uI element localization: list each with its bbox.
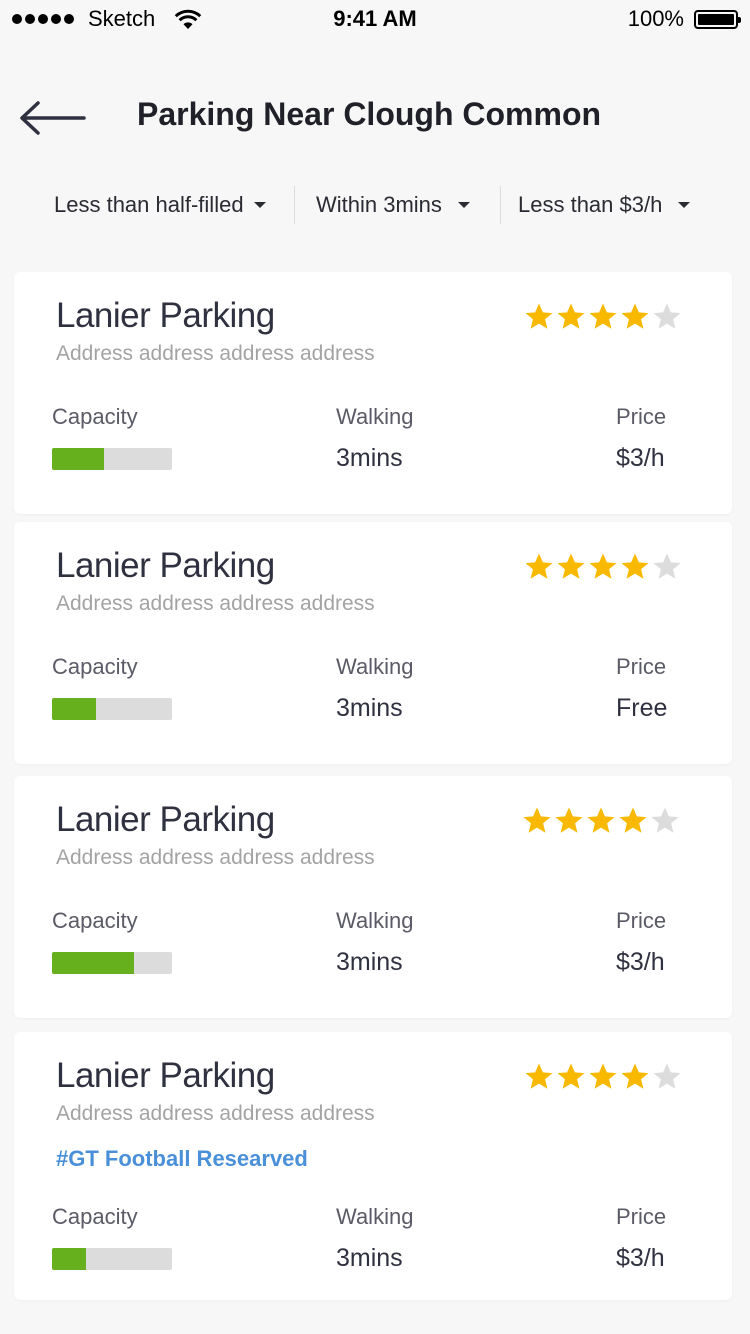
star-filled-icon <box>619 807 647 833</box>
status-bar: Sketch 9:41 AM 100% <box>0 0 750 40</box>
walking-label: Walking <box>336 404 414 429</box>
capacity-label: Capacity <box>52 404 138 429</box>
page-title: Parking Near Clough Common <box>137 96 602 132</box>
price-value: $3/h <box>616 1244 665 1272</box>
capacity-bar <box>52 1248 172 1270</box>
star-empty-icon <box>653 1063 681 1089</box>
walking-label: Walking <box>336 1204 414 1229</box>
star-filled-icon <box>557 303 585 329</box>
star-rating <box>524 302 682 332</box>
battery-percent: 100% <box>627 6 684 31</box>
back-button[interactable] <box>18 98 88 138</box>
star-filled-icon <box>525 1063 553 1089</box>
star-empty-icon <box>651 807 679 833</box>
star-filled-icon <box>555 807 583 833</box>
capacity-label: Capacity <box>52 1204 138 1229</box>
walking-label: Walking <box>336 654 414 679</box>
star-filled-icon <box>557 553 585 579</box>
walking-value: 3mins <box>336 694 403 722</box>
star-empty-icon <box>653 303 681 329</box>
star-filled-icon <box>589 1063 617 1089</box>
capacity-bar-fill <box>52 698 97 720</box>
parking-card[interactable]: Lanier Parking Address address address a… <box>14 272 732 514</box>
star-filled-icon <box>587 807 615 833</box>
filter-divider <box>500 186 501 224</box>
star-rating <box>524 552 682 582</box>
star-filled-icon <box>525 303 553 329</box>
parking-name: Lanier Parking <box>56 296 275 335</box>
star-rating <box>522 806 680 836</box>
price-label: Price <box>616 908 667 933</box>
star-filled-icon <box>589 303 617 329</box>
filter-label: Within 3mins <box>316 192 442 217</box>
star-filled-icon <box>621 553 649 579</box>
battery-icon <box>694 10 741 29</box>
filter-price-dropdown[interactable]: Less than $3/h <box>518 182 691 228</box>
star-filled-icon <box>525 553 553 579</box>
star-filled-icon <box>557 1063 585 1089</box>
parking-name: Lanier Parking <box>56 800 275 839</box>
filter-walking-dropdown[interactable]: Within 3mins <box>316 182 470 228</box>
price-label: Price <box>616 404 667 429</box>
price-label: Price <box>616 1204 667 1229</box>
caret-down-icon <box>457 202 470 208</box>
walking-value: 3mins <box>336 444 403 472</box>
parking-card[interactable]: Lanier Parking Address address address a… <box>14 522 732 764</box>
parking-card[interactable]: Lanier Parking Address address address a… <box>14 1032 732 1300</box>
event-tag-link[interactable]: #GT Football Researved <box>56 1146 308 1172</box>
filter-bar: Less than half-filled Within 3mins Less … <box>0 182 750 228</box>
filter-label: Less than half-filled <box>54 192 244 217</box>
parking-address: Address address address address <box>56 592 375 615</box>
parking-address: Address address address address <box>56 846 375 869</box>
star-rating <box>524 1062 682 1092</box>
parking-address: Address address address address <box>56 1102 375 1125</box>
star-filled-icon <box>621 303 649 329</box>
star-empty-icon <box>653 553 681 579</box>
price-label: Price <box>616 654 667 679</box>
star-filled-icon <box>523 807 551 833</box>
capacity-bar-fill <box>52 1248 86 1270</box>
capacity-bar-fill <box>52 448 104 470</box>
arrow-left-icon <box>20 101 86 135</box>
star-filled-icon <box>621 1063 649 1089</box>
walking-value: 3mins <box>336 948 403 976</box>
walking-label: Walking <box>336 908 414 933</box>
capacity-label: Capacity <box>52 654 138 679</box>
filter-divider <box>294 186 295 224</box>
parking-address: Address address address address <box>56 342 375 365</box>
price-value: $3/h <box>616 948 665 976</box>
capacity-bar <box>52 698 172 720</box>
price-value: Free <box>616 694 668 722</box>
walking-value: 3mins <box>336 1244 403 1272</box>
filter-label: Less than $3/h <box>518 192 663 217</box>
price-value: $3/h <box>616 444 665 472</box>
filter-capacity-dropdown[interactable]: Less than half-filled <box>54 182 266 228</box>
capacity-bar <box>52 448 172 470</box>
parking-card[interactable]: Lanier Parking Address address address a… <box>14 776 732 1018</box>
capacity-label: Capacity <box>52 908 138 933</box>
parking-name: Lanier Parking <box>56 1056 275 1095</box>
capacity-bar <box>52 952 172 974</box>
caret-down-icon <box>253 202 266 208</box>
star-filled-icon <box>589 553 617 579</box>
capacity-bar-fill <box>52 952 134 974</box>
parking-name: Lanier Parking <box>56 546 275 585</box>
caret-down-icon <box>678 202 691 208</box>
